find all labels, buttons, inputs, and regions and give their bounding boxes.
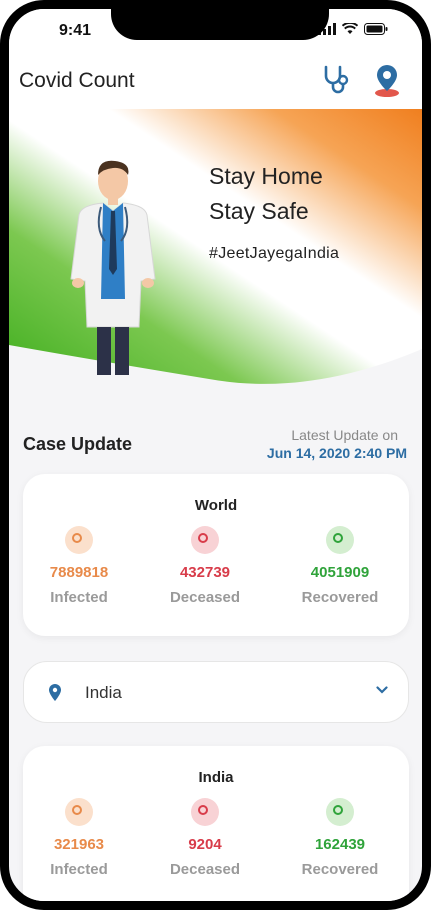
notch <box>111 9 329 40</box>
india-infected-label: Infected <box>50 861 108 878</box>
world-deceased-value: 432739 <box>179 564 231 581</box>
india-deceased-stat: 9204 Deceased <box>150 798 260 878</box>
phone-frame: 9:41 Covid Count Stay Home Stay Safe #Je… <box>0 0 431 910</box>
infected-ring-icon <box>65 798 93 826</box>
latest-update-date: Jun 14, 2020 2:40 PM <box>266 445 407 461</box>
infected-ring-icon <box>65 526 93 554</box>
world-deceased-label: Deceased <box>169 589 241 606</box>
stethoscope-icon[interactable] <box>320 63 354 97</box>
app-bar: Covid Count <box>9 57 422 109</box>
latest-update-label: Latest Update on <box>291 427 398 443</box>
world-infected-label: Infected <box>50 589 108 606</box>
deceased-ring-icon <box>191 798 219 826</box>
world-stats-card: World 7889818 Infected 432739 Deceased 4… <box>23 474 409 636</box>
app-title: Covid Count <box>19 69 135 92</box>
battery-icon <box>364 23 388 35</box>
india-infected-value: 321963 <box>53 836 105 853</box>
deceased-ring-icon <box>191 526 219 554</box>
india-stats-card: India 321963 Infected 9204 Deceased 1624… <box>23 746 409 901</box>
world-recovered-value: 4051909 <box>310 564 370 581</box>
hero-line-2: Stay Safe <box>209 198 309 224</box>
hero-text: Stay Home Stay Safe #JeetJayegaIndia <box>209 159 339 263</box>
doctor-illustration <box>70 160 156 375</box>
world-recovered-label: Recovered <box>301 589 379 606</box>
world-deceased-stat: 432739 Deceased <box>150 526 260 606</box>
india-recovered-label: Recovered <box>301 861 379 878</box>
india-deceased-value: 9204 <box>188 836 222 853</box>
wifi-icon <box>342 23 358 34</box>
location-pin-icon[interactable] <box>372 63 402 99</box>
chevron-down-icon[interactable] <box>376 686 388 694</box>
world-infected-value: 7889818 <box>49 564 109 581</box>
location-icon <box>49 684 61 701</box>
world-card-title: World <box>194 497 238 514</box>
recovered-ring-icon <box>326 798 354 826</box>
hero-line-1: Stay Home <box>209 163 323 189</box>
india-card-title: India <box>198 769 234 786</box>
country-dropdown[interactable]: India <box>23 661 409 723</box>
country-dropdown-value: India <box>85 683 122 702</box>
status-time: 9:41 <box>59 22 92 39</box>
world-recovered-stat: 4051909 Recovered <box>285 526 395 606</box>
india-recovered-value: 162439 <box>314 836 366 853</box>
india-recovered-stat: 162439 Recovered <box>285 798 395 878</box>
recovered-ring-icon <box>326 526 354 554</box>
hero-hashtag: #JeetJayegaIndia <box>209 245 340 262</box>
world-infected-stat: 7889818 Infected <box>24 526 134 606</box>
hero-banner: Stay Home Stay Safe #JeetJayegaIndia <box>9 109 422 384</box>
india-deceased-label: Deceased <box>169 861 241 878</box>
case-update-title: Case Update <box>23 434 133 454</box>
india-infected-stat: 321963 Infected <box>24 798 134 878</box>
status-icons <box>318 23 388 35</box>
